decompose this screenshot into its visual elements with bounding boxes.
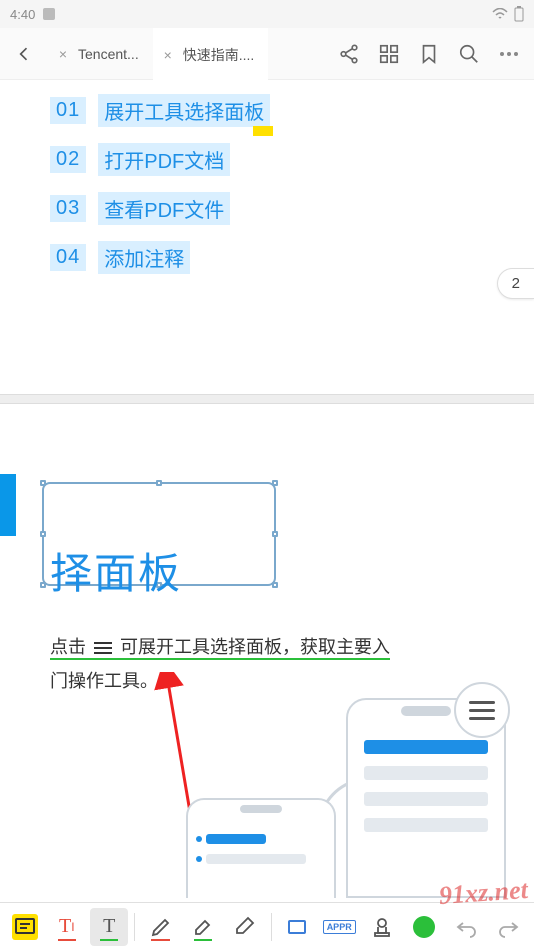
toc-text: 打开PDF文档	[98, 143, 230, 176]
note-tool[interactable]	[12, 914, 38, 940]
section-marker	[0, 474, 16, 536]
para-text: 门操作工具。	[50, 671, 158, 691]
status-app-icon	[43, 8, 55, 20]
page-number: 2	[512, 275, 520, 292]
phone-illustration-large	[346, 698, 506, 898]
hamburger-circle-icon	[454, 682, 510, 738]
toc-item[interactable]: 01 展开工具选择面板	[50, 86, 534, 135]
section-heading: 择面板	[50, 540, 182, 601]
toc-number: 04	[50, 244, 86, 271]
battery-icon	[514, 6, 524, 22]
table-of-contents: 01 展开工具选择面板 02 打开PDF文档 03 查看PDF文件 04 添加注…	[0, 80, 534, 282]
top-bar: × Tencent... × 快速指南....	[0, 28, 534, 80]
underline-text-tool[interactable]: T	[90, 908, 128, 946]
toc-number: 03	[50, 195, 86, 222]
para-text: 点击	[50, 637, 86, 657]
resize-handle[interactable]	[40, 531, 46, 537]
toc-text: 展开工具选择面板	[98, 94, 270, 127]
share-icon[interactable]	[338, 43, 360, 65]
grid-icon[interactable]	[378, 43, 400, 65]
section-panel: 择面板 点击 可展开工具选择面板，获取主要入 门操作工具。	[0, 404, 534, 902]
status-time: 4:40	[10, 7, 35, 22]
phone-illustration-small	[186, 798, 336, 898]
page-gap	[0, 394, 534, 404]
search-icon[interactable]	[458, 43, 480, 65]
redo-tool[interactable]	[490, 908, 528, 946]
tab-quickguide[interactable]: × 快速指南....	[153, 28, 269, 80]
toc-number: 02	[50, 146, 86, 173]
close-icon[interactable]: ×	[161, 48, 175, 62]
tab-label: Tencent...	[78, 46, 139, 62]
eraser-tool[interactable]	[226, 908, 264, 946]
resize-handle[interactable]	[272, 531, 278, 537]
toc-text: 添加注释	[98, 241, 190, 274]
annotation-toolbar: TI T APPR	[0, 902, 534, 950]
resize-handle[interactable]	[272, 480, 278, 486]
shape-tool[interactable]	[278, 908, 316, 946]
para-text: 可展开工具选择面板，获取主要入	[120, 637, 390, 657]
highlight-mark	[253, 126, 273, 136]
back-button[interactable]	[0, 28, 48, 80]
more-icon[interactable]	[498, 43, 520, 65]
hamburger-icon	[91, 639, 115, 657]
divider	[271, 913, 272, 941]
close-icon[interactable]: ×	[56, 47, 70, 61]
top-actions	[324, 43, 534, 65]
page-indicator[interactable]: 2	[497, 268, 534, 299]
toc-item[interactable]: 04 添加注释	[50, 233, 534, 282]
resize-handle[interactable]	[40, 582, 46, 588]
pencil-tool[interactable]	[141, 908, 179, 946]
toc-item[interactable]: 03 查看PDF文件	[50, 184, 534, 233]
status-bar: 4:40	[0, 0, 534, 28]
tab-tencent[interactable]: × Tencent...	[48, 28, 153, 80]
toc-item[interactable]: 02 打开PDF文档	[50, 135, 534, 184]
resize-handle[interactable]	[40, 480, 46, 486]
tab-strip: × Tencent... × 快速指南....	[48, 28, 324, 80]
highlighter-tool[interactable]	[184, 908, 222, 946]
paragraph: 点击 可展开工具选择面板，获取主要入 门操作工具。	[50, 630, 464, 698]
approve-stamp-tool[interactable]: APPR	[320, 908, 358, 946]
resize-handle[interactable]	[272, 582, 278, 588]
toc-number: 01	[50, 97, 86, 124]
resize-handle[interactable]	[156, 480, 162, 486]
undo-tool[interactable]	[447, 908, 485, 946]
color-picker-green[interactable]	[405, 908, 443, 946]
divider	[134, 913, 135, 941]
tab-label: 快速指南....	[183, 45, 255, 65]
approve-label: APPR	[323, 920, 356, 934]
illustration	[186, 698, 506, 898]
bookmark-icon[interactable]	[418, 43, 440, 65]
wifi-icon	[492, 8, 508, 20]
document-viewport[interactable]: 01 展开工具选择面板 02 打开PDF文档 03 查看PDF文件 04 添加注…	[0, 80, 534, 902]
toc-text: 查看PDF文件	[98, 192, 230, 225]
stamp-tool[interactable]	[362, 908, 400, 946]
highlight-text-tool[interactable]: TI	[48, 908, 86, 946]
